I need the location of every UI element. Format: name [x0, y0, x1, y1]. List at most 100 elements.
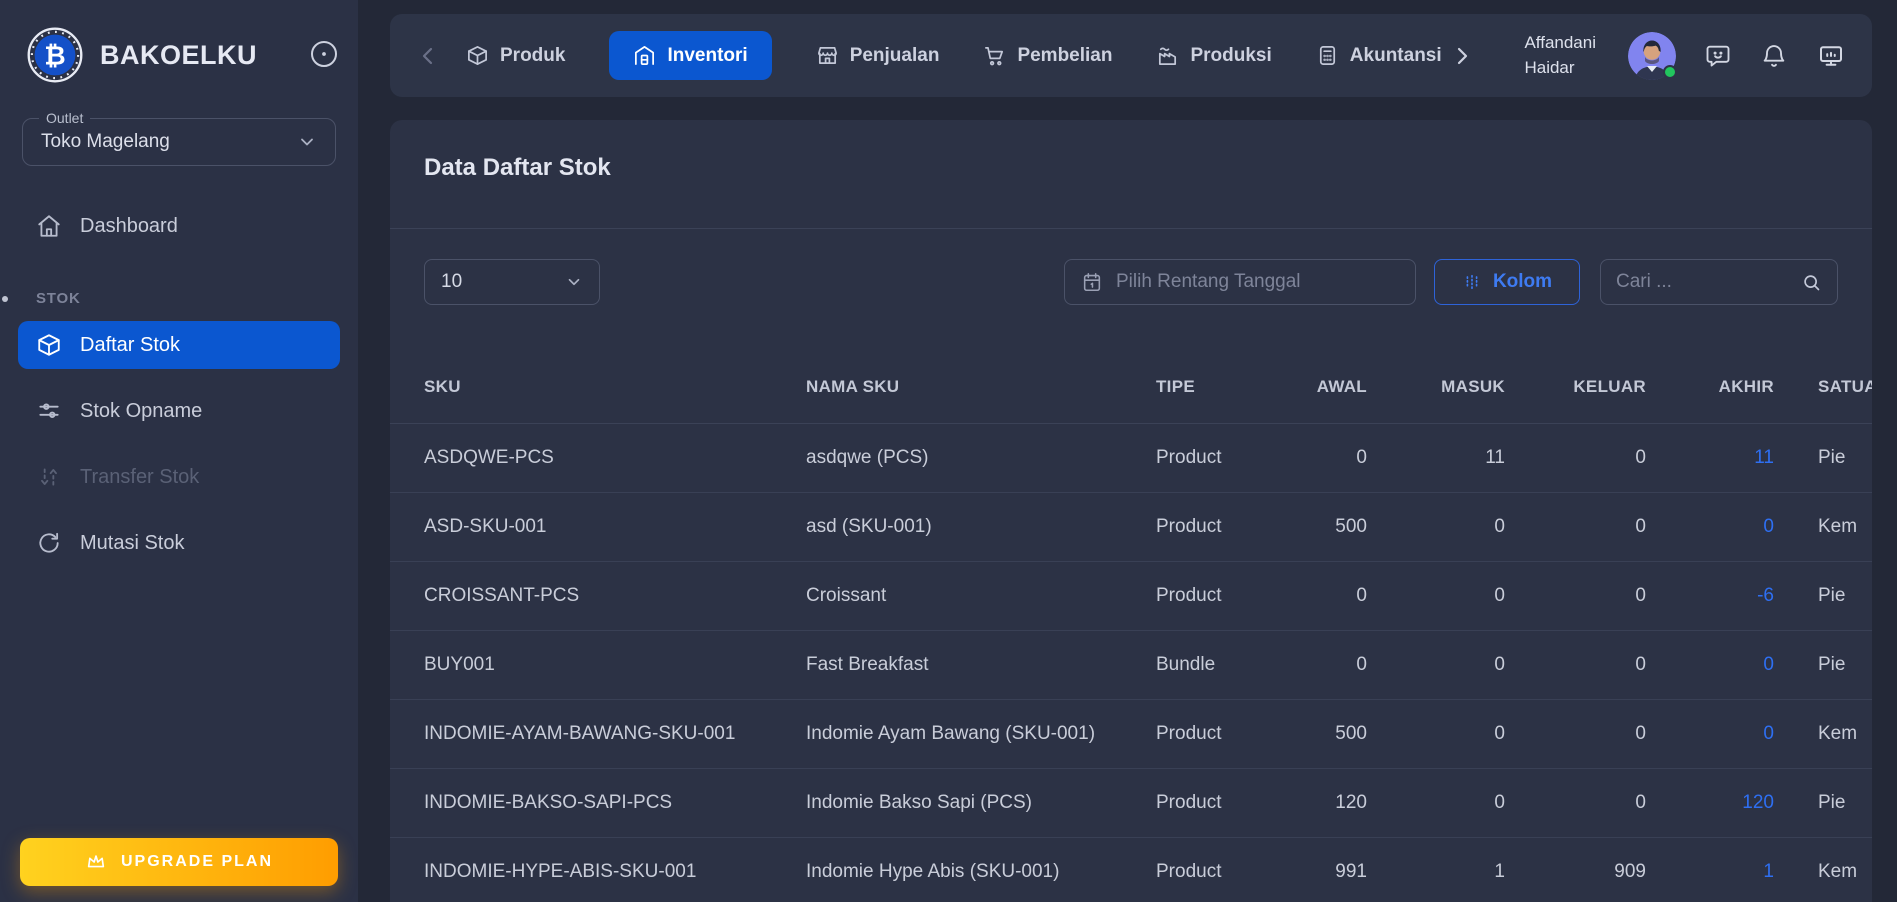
table-row: ASD-SKU-001 asd (SKU-001) Product 500 0 0 0 Kem: [390, 492, 1872, 562]
cell-satuan: Pie: [1774, 630, 1872, 700]
cell-nama: Indomie Bakso Sapi (PCS): [806, 768, 1156, 838]
cell-masuk: 0: [1367, 768, 1505, 838]
cell-keluar: 0: [1505, 699, 1646, 769]
cube-icon: [466, 44, 489, 67]
table-row: INDOMIE-HYPE-ABIS-SKU-001 Indomie Hype Ab…: [390, 837, 1872, 902]
column-header-sku[interactable]: SKU: [390, 351, 806, 424]
search-box[interactable]: [1600, 259, 1838, 305]
nav-scroll-right-icon[interactable]: [1450, 44, 1474, 68]
cell-nama: Croissant: [806, 561, 1156, 631]
bitcoin-logo-icon: ₿: [26, 26, 84, 84]
chevron-down-icon: [297, 132, 317, 152]
cell-keluar: 0: [1505, 492, 1646, 562]
page-size-value: 10: [441, 271, 463, 292]
cell-satuan: Pie: [1774, 423, 1872, 493]
calendar-icon: [1081, 271, 1103, 293]
bell-icon[interactable]: [1760, 42, 1788, 70]
sidebar-item-stok-opname[interactable]: Stok Opname: [18, 387, 340, 435]
svg-text:₿: ₿: [44, 42, 65, 72]
column-header-keluar[interactable]: KELUAR: [1505, 351, 1646, 424]
crown-icon: [85, 851, 107, 873]
date-range-placeholder: Pilih Rentang Tanggal: [1116, 271, 1301, 292]
column-header-nama[interactable]: NAMA SKU: [806, 351, 1156, 424]
cell-akhir[interactable]: 0: [1646, 492, 1774, 562]
cell-masuk: 0: [1367, 699, 1505, 769]
tab-pembelian[interactable]: Pembelian: [983, 44, 1112, 67]
cell-akhir[interactable]: 11: [1646, 423, 1774, 493]
cell-masuk: 11: [1367, 423, 1505, 493]
kolom-button[interactable]: Kolom: [1434, 259, 1580, 305]
columns-icon: [1462, 272, 1482, 292]
cell-awal: 0: [1262, 630, 1367, 700]
cell-akhir[interactable]: 120: [1646, 768, 1774, 838]
sidebar-item-label: Stok Opname: [80, 399, 203, 422]
main-card: Data Daftar Stok 10 Pilih Rentang Tangga…: [390, 120, 1872, 902]
brand-name: BAKOELKU: [100, 39, 257, 70]
sidebar-item-label: Mutasi Stok: [80, 531, 185, 554]
sidebar-collapse-icon[interactable]: [308, 38, 340, 70]
column-header-satuan[interactable]: SATUAN: [1774, 351, 1872, 424]
topbar: Produk Inventori Penjualan Pembelian Pro…: [390, 14, 1872, 97]
stock-table: SKU NAMA SKU TIPE AWAL MASUK KELUAR AKHIR SATUA…: [390, 351, 1872, 902]
cell-keluar: 0: [1505, 768, 1646, 838]
sidebar-item-daftar-stok[interactable]: Daftar Stok: [18, 321, 340, 369]
sidebar-item-dashboard[interactable]: Dashboard: [18, 202, 340, 250]
sidebar-item-mutasi-stok[interactable]: Mutasi Stok: [18, 519, 340, 567]
avatar[interactable]: [1628, 31, 1677, 80]
sidebar-menu: Dashboard STOK Daftar Stok Stok Opname T…: [0, 202, 358, 567]
cell-awal: 0: [1262, 561, 1367, 631]
cell-keluar: 0: [1505, 561, 1646, 631]
tab-akuntansi[interactable]: Akuntansi: [1316, 44, 1442, 67]
brand-header: ₿ BAKOELKU: [0, 0, 358, 84]
table-row: INDOMIE-BAKSO-SAPI-PCS Indomie Bakso Sapi…: [390, 768, 1872, 838]
date-range-input[interactable]: Pilih Rentang Tanggal: [1064, 259, 1416, 305]
cell-akhir[interactable]: -6: [1646, 561, 1774, 631]
cell-tipe: Product: [1156, 492, 1262, 562]
tab-produk[interactable]: Produk: [466, 44, 565, 67]
table-controls: 10 Pilih Rentang Tanggal Kolom: [424, 259, 1838, 305]
column-header-tipe[interactable]: TIPE: [1156, 351, 1262, 424]
display-icon[interactable]: [1816, 41, 1846, 71]
page-size-select[interactable]: 10: [424, 259, 600, 305]
nav-scroll-left-icon[interactable]: [416, 44, 440, 68]
home-icon: [36, 213, 62, 239]
cell-akhir[interactable]: 1: [1646, 837, 1774, 902]
cell-satuan: Pie: [1774, 768, 1872, 838]
search-icon: [1801, 272, 1822, 293]
column-header-awal[interactable]: AWAL: [1262, 351, 1367, 424]
sidebar-item-label: Daftar Stok: [80, 333, 181, 356]
tab-produksi[interactable]: Produksi: [1156, 44, 1272, 67]
cell-satuan: Kem: [1774, 492, 1872, 562]
cell-awal: 500: [1262, 492, 1367, 562]
cell-awal: 120: [1262, 768, 1367, 838]
chat-icon[interactable]: [1704, 42, 1732, 70]
divider: [390, 228, 1872, 229]
cell-akhir[interactable]: 0: [1646, 699, 1774, 769]
column-header-masuk[interactable]: MASUK: [1367, 351, 1505, 424]
column-header-akhir[interactable]: AKHIR: [1646, 351, 1774, 424]
cell-awal: 500: [1262, 699, 1367, 769]
outlet-select[interactable]: Outlet Toko Magelang: [22, 110, 336, 166]
cell-akhir[interactable]: 0: [1646, 630, 1774, 700]
cell-nama: Indomie Hype Abis (SKU-001): [806, 837, 1156, 902]
section-bullet-icon: [2, 295, 8, 302]
table-row: ASDQWE-PCS asdqwe (PCS) Product 0 11 0 11 Pie: [390, 423, 1872, 493]
cell-keluar: 909: [1505, 837, 1646, 902]
calculator-icon: [1316, 44, 1339, 67]
online-status-dot: [1663, 64, 1677, 79]
cell-satuan: Kem: [1774, 837, 1872, 902]
search-input[interactable]: [1616, 271, 1786, 293]
cell-nama: Indomie Ayam Bawang (SKU-001): [806, 699, 1156, 769]
cart-icon: [983, 44, 1006, 67]
cell-tipe: Product: [1156, 423, 1262, 493]
warehouse-icon: [633, 44, 656, 67]
sliders-icon: [36, 398, 62, 424]
cell-tipe: Product: [1156, 699, 1262, 769]
table-row: CROISSANT-PCS Croissant Product 0 0 0 -6 Pie: [390, 561, 1872, 631]
user-name: Affandani Haidar: [1524, 32, 1596, 77]
cell-sku: CROISSANT-PCS: [390, 561, 806, 631]
tab-penjualan[interactable]: Penjualan: [816, 44, 939, 67]
upgrade-plan-button[interactable]: UPGRADE PLAN: [20, 838, 338, 886]
table-row: BUY001 Fast Breakfast Bundle 0 0 0 0 Pie: [390, 630, 1872, 700]
tab-inventori[interactable]: Inventori: [609, 31, 772, 80]
